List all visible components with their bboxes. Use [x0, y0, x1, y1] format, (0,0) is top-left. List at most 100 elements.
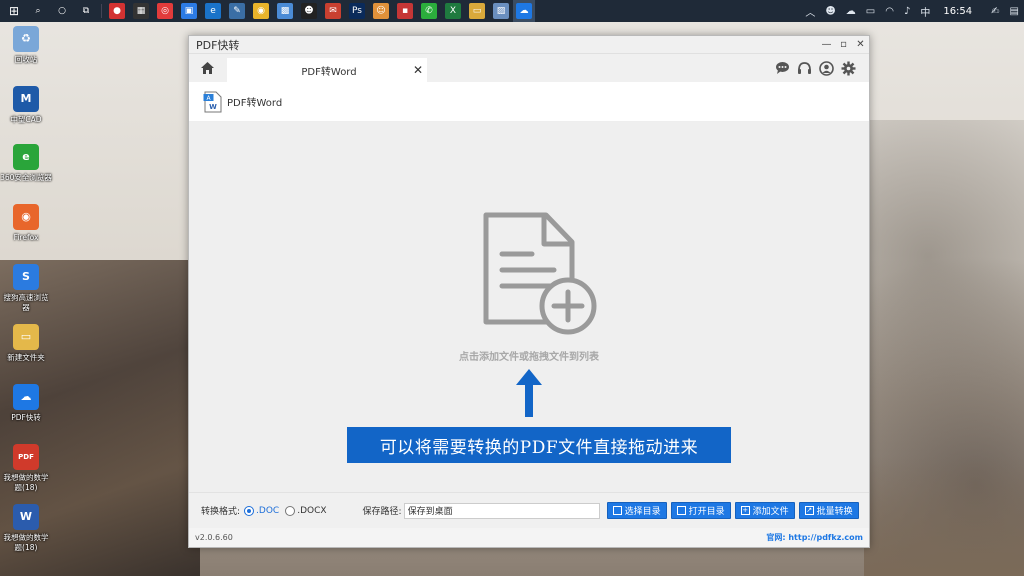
save-path-input[interactable]: [403, 502, 600, 519]
app-face-icon[interactable]: ☺: [373, 3, 389, 19]
format-doc-radio[interactable]: .DOC: [244, 505, 280, 516]
app-red-icon[interactable]: ●: [109, 3, 125, 19]
arrow-up-icon: [516, 369, 542, 417]
website-link[interactable]: 官网: http://pdfkz.com: [766, 532, 863, 543]
firefox-icon: ◉: [13, 204, 39, 230]
desktop-item[interactable]: W 我想做的数学题(18): [0, 504, 52, 553]
wechat-icon[interactable]: ✆: [421, 3, 437, 19]
format-docx-label: .DOCX: [297, 505, 327, 516]
app-photo-icon[interactable]: ▩: [277, 3, 293, 19]
taskbar: ⊞ ⌕ ○ ⧉ ● ▦ ◎ ▣ e ✎ ◉ ▩ ☻ ✉ Ps ☺ ▪ ✆ X ▭…: [0, 0, 1024, 22]
desktop-item[interactable]: ◉ Firefox: [0, 204, 52, 243]
add-file-label: 添加文件: [752, 507, 789, 517]
desktop-item[interactable]: ♻ 回收站: [0, 26, 52, 65]
maximize-icon[interactable]: ▫: [835, 36, 852, 54]
desktop-item-label: 回收站: [14, 55, 38, 64]
top-right-icons: [771, 59, 859, 77]
version-text: v2.0.6.60: [195, 533, 233, 542]
desktop-item[interactable]: ☁ PDF快转: [0, 384, 52, 423]
ime-indicator[interactable]: 中: [920, 4, 930, 19]
app-pen-icon[interactable]: ✎: [229, 3, 245, 19]
batch-convert-label: 批量转换: [816, 507, 853, 517]
desktop-item[interactable]: PDF 我想做的数学题(18): [0, 444, 52, 493]
add-file-icon[interactable]: [482, 212, 602, 337]
headset-icon[interactable]: [793, 59, 815, 77]
sogou-browser-icon: S: [13, 264, 39, 290]
cloud-icon[interactable]: ☁: [846, 6, 856, 17]
browser-icon: e: [13, 144, 39, 170]
windows-start-icon[interactable]: ⊞: [6, 3, 22, 19]
home-button[interactable]: [189, 54, 225, 82]
format-label: 转换格式:: [201, 507, 241, 517]
battery-icon[interactable]: ▭: [866, 6, 875, 17]
app-window: PDF快转 — ▫ ✕ PDF转Word ✕ A W PDF转Word 点击添加…: [188, 35, 870, 548]
desktop-item[interactable]: e 360安全浏览器: [0, 144, 52, 183]
window-controls: — ▫ ✕: [818, 36, 869, 54]
file-drop-area[interactable]: 点击添加文件或拖拽文件到列表 可以将需要转换的PDF文件直接拖动进来: [189, 122, 869, 492]
pdf-converter-icon: ☁: [13, 384, 39, 410]
app-red-square-icon[interactable]: ▪: [397, 3, 413, 19]
desktop-item-label: 360安全浏览器: [0, 173, 52, 182]
desktop-item-label: 我想做的数学题(18): [3, 533, 49, 552]
open-directory-label: 打开目录: [688, 507, 725, 517]
app-image-icon[interactable]: ▨: [493, 3, 509, 19]
window-title: PDF快转: [196, 38, 240, 52]
photoshop-icon[interactable]: Ps: [349, 3, 365, 19]
app-weibo-icon[interactable]: ◎: [157, 3, 173, 19]
tab-close-icon[interactable]: ✕: [409, 63, 427, 77]
word-document-icon: A W: [203, 91, 222, 112]
cortana-icon[interactable]: ○: [54, 3, 70, 19]
radio-selected-icon[interactable]: [244, 505, 255, 516]
pdf-converter-taskbar-button[interactable]: ☁: [513, 0, 535, 22]
batch-convert-button[interactable]: ↗ 批量转换: [798, 502, 859, 519]
format-docx-radio[interactable]: .DOCX: [285, 505, 327, 516]
status-bar: v2.0.6.60 官网: http://pdfkz.com: [189, 528, 869, 547]
folder-open-icon: [676, 506, 686, 515]
pdf-file-icon: PDF: [13, 444, 39, 470]
qq-tray-icon[interactable]: ☻: [825, 6, 835, 17]
function-header: A W PDF转Word: [189, 82, 869, 122]
task-view-icon[interactable]: ⧉: [78, 3, 94, 19]
word-file-icon: W: [13, 504, 39, 530]
app-chart-icon[interactable]: ▦: [133, 3, 149, 19]
desktop-item-label: Firefox: [13, 233, 39, 242]
desktop-item[interactable]: M 中望CAD: [0, 86, 52, 125]
desktop-item[interactable]: S 搜狗高速浏览器: [0, 264, 52, 313]
app-blue-window-icon[interactable]: ▣: [181, 3, 197, 19]
add-file-button[interactable]: + 添加文件: [734, 502, 795, 519]
handwriting-icon[interactable]: ✍: [991, 6, 999, 17]
clock[interactable]: 16:54: [943, 6, 972, 17]
qq-icon[interactable]: ☻: [301, 3, 317, 19]
desktop-item-label: 新建文件夹: [7, 353, 45, 362]
save-icon: [612, 506, 622, 515]
excel-icon[interactable]: X: [445, 3, 461, 19]
minimize-icon[interactable]: —: [818, 36, 835, 54]
chrome-icon[interactable]: ◉: [253, 3, 269, 19]
desktop-item-label: PDF快转: [11, 413, 41, 422]
radio-unselected-icon[interactable]: [285, 505, 296, 516]
drop-hint-text[interactable]: 点击添加文件或拖拽文件到列表: [189, 348, 869, 363]
choose-directory-button[interactable]: 选择目录: [606, 502, 667, 519]
wifi-icon[interactable]: ◠: [885, 6, 894, 17]
gear-icon[interactable]: [837, 59, 859, 77]
user-account-icon[interactable]: [815, 59, 837, 77]
options-bar: 转换格式: .DOC .DOCX 保存路径: 选择目录 打开目录 + 添加文件 …: [189, 492, 869, 528]
chevron-up-icon[interactable]: ︿: [805, 4, 815, 19]
svg-text:W: W: [209, 103, 217, 111]
tab-label: PDF转Word: [301, 66, 357, 78]
notification-icon[interactable]: ▤: [1010, 6, 1019, 17]
chat-icon[interactable]: [771, 59, 793, 77]
edge-icon[interactable]: e: [205, 3, 221, 19]
cad-app-icon: M: [13, 86, 39, 112]
format-doc-label: .DOC: [256, 505, 280, 516]
volume-icon[interactable]: ♪: [904, 6, 910, 17]
close-icon[interactable]: ✕: [852, 36, 869, 54]
open-directory-button[interactable]: 打开目录: [670, 502, 731, 519]
tab-pdf-to-word[interactable]: PDF转Word ✕: [227, 58, 427, 82]
desktop-item[interactable]: ▭ 新建文件夹: [0, 324, 52, 363]
convert-icon: ↗: [804, 506, 814, 515]
search-icon[interactable]: ⌕: [30, 3, 46, 19]
desktop-background-ground: [864, 456, 1024, 576]
app-gmail-icon[interactable]: ✉: [325, 3, 341, 19]
folder-icon[interactable]: ▭: [469, 3, 485, 19]
